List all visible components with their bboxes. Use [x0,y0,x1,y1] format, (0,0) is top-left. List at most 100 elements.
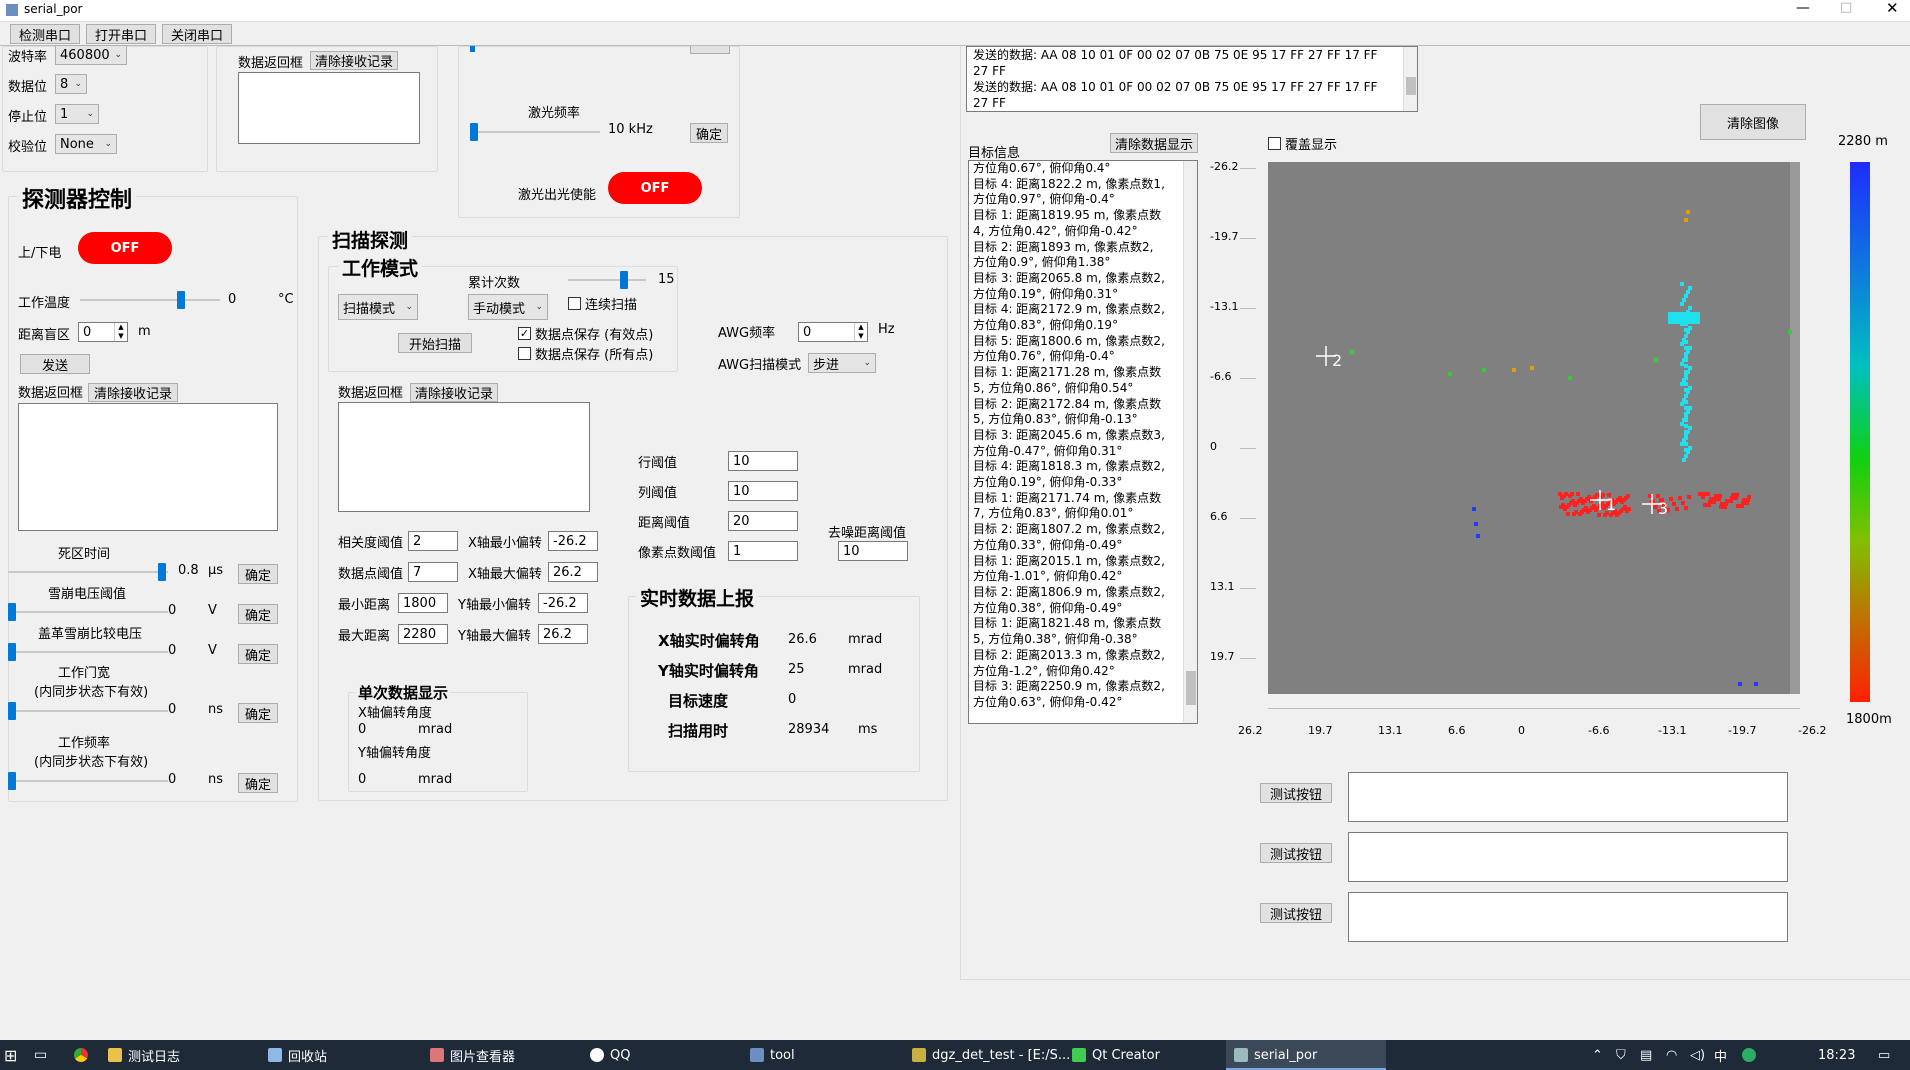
xmax-input[interactable]: 26.2 [548,562,598,582]
pix-input[interactable]: 1 [728,541,798,561]
close-icon[interactable]: ✕ [1886,0,1899,17]
windows-start-icon[interactable]: ⊞ [4,1040,17,1070]
gate-sub-label: (内同步状态下有效) [34,685,149,700]
power-toggle[interactable]: OFF [78,232,172,264]
corr-input[interactable]: 2 [408,531,458,551]
laser-enable-toggle[interactable]: OFF [608,172,702,204]
task-view-icon[interactable]: ▭ [34,1040,47,1070]
tray-chevron-up-icon[interactable]: ⌃ [1592,1040,1603,1070]
taskbar-item-tool[interactable]: tool [750,1040,795,1070]
start-scan-button[interactable]: 开始扫描 [398,333,472,353]
baud-label: 波特率 [8,50,48,65]
avalanche-slider[interactable] [8,602,168,622]
chrome-icon[interactable] [74,1040,88,1070]
work-freq-confirm-button[interactable]: 确定 [238,773,278,793]
top-return-textarea[interactable] [238,72,420,144]
geiger-confirm-button[interactable]: 确定 [238,644,278,664]
taskbar-item-qq[interactable]: QQ [590,1040,630,1070]
scan-return-textarea[interactable] [338,402,590,512]
wechat-icon[interactable] [1742,1040,1756,1070]
accum-slider[interactable] [568,270,646,290]
dist-input[interactable]: 20 [728,511,798,531]
laser-freq-slider[interactable] [470,122,600,142]
avalanche-confirm-button[interactable]: 确定 [238,604,278,624]
clock-time[interactable]: 18:23 [1818,1040,1855,1070]
taskbar-item-recycle[interactable]: 回收站 [268,1040,327,1070]
top-clear-button[interactable]: 清除接收记录 [310,51,398,70]
row-input[interactable]: 10 [728,451,798,471]
laser-top-confirm-button[interactable] [690,46,730,54]
shield-icon[interactable]: ⛉ [1616,1040,1626,1070]
taskbar-item-serial[interactable]: serial_por [1234,1040,1317,1070]
test-button-3[interactable]: 测试按钮 [1260,903,1332,923]
xmin-input[interactable]: -26.2 [548,531,598,551]
scan-clear-button[interactable]: 清除接收记录 [410,383,498,402]
dead-time-confirm-button[interactable]: 确定 [238,564,278,584]
green-point [1448,372,1452,376]
dmin-input[interactable]: 1800 [398,593,448,613]
cyan-point [1688,366,1692,370]
send-button[interactable]: 发送 [20,354,90,374]
laser-slider-top[interactable] [470,46,475,52]
save-valid-checkbox[interactable]: ✓ 数据点保存 (有效点) [518,324,653,343]
xmax-label: X轴最大偏转 [468,567,542,582]
cyan-point [1672,320,1676,324]
cyan-point [1672,316,1676,320]
test-button-1[interactable]: 测试按钮 [1260,783,1332,803]
ime-indicator[interactable]: 中 [1714,1040,1727,1070]
taskbar-item-image-viewer[interactable]: 图片查看器 [430,1040,515,1070]
open-port-button[interactable]: 打开串口 [86,24,156,44]
col-input[interactable]: 10 [728,481,798,501]
awg-freq-spinner[interactable]: ▲ ▼ [854,323,867,341]
ymin-input[interactable]: -26.2 [538,593,588,613]
dead-time-slider[interactable] [8,562,168,582]
taskbar-item-test-log[interactable]: 测试日志 [108,1040,180,1070]
taskbar-item-dgz[interactable]: dgz_det_test - [E:/S... [912,1040,1070,1070]
blind-spinner[interactable]: ▲ ▼ [114,323,127,341]
databits-select[interactable]: 8 ⌄ [55,74,87,94]
targets-clear-button[interactable]: 清除数据显示 [1110,133,1198,153]
network-icon[interactable]: ▤ [1640,1040,1652,1070]
cyan-point [1676,312,1680,316]
pts-input[interactable]: 7 [408,562,458,582]
detector-return-textarea[interactable] [18,403,278,531]
overlay-checkbox[interactable]: 覆盖显示 [1268,134,1337,153]
test-field-3[interactable] [1348,892,1788,942]
stopbits-select[interactable]: 1 ⌄ [55,104,99,124]
ymax-input[interactable]: 26.2 [538,624,588,644]
wifi-icon[interactable]: ◠ [1666,1040,1677,1070]
target-line: 目标 2: 距离2013.3 m, 像素点数2, [973,647,1165,662]
cyan-point [1684,400,1688,404]
test-field-1[interactable] [1348,772,1788,822]
taskbar-item-qt-creator[interactable]: Qt Creator [1072,1040,1160,1070]
gate-confirm-button[interactable]: 确定 [238,703,278,723]
save-all-checkbox[interactable]: 数据点保存 (所有点) [518,344,653,363]
maximize-icon[interactable]: □ [1840,0,1852,15]
close-port-button[interactable]: 关闭串口 [162,24,232,44]
minimize-icon[interactable]: — [1796,0,1810,16]
parity-select[interactable]: None ⌄ [55,134,117,154]
awg-mode-select[interactable]: 步进 ⌄ [808,353,876,373]
detector-clear-button[interactable]: 清除接收记录 [88,383,178,402]
accum-mode-select[interactable]: 手动模式 ⌄ [468,294,548,320]
scan-return-label: 数据返回框 [338,386,404,401]
temp-slider[interactable] [80,290,220,310]
y-tick-mark [1240,378,1256,379]
geiger-slider[interactable] [8,642,168,662]
dmax-input[interactable]: 2280 [398,624,448,644]
test-field-2[interactable] [1348,832,1788,882]
test-button-2[interactable]: 测试按钮 [1260,843,1332,863]
work-freq-slider[interactable] [8,771,168,791]
gate-slider[interactable] [8,701,168,721]
detect-port-button[interactable]: 检测串口 [10,24,80,44]
denoise-input[interactable]: 10 [838,541,908,561]
clear-image-button[interactable]: 清除图像 [1700,104,1806,140]
targets-scrollbar[interactable] [1183,161,1197,723]
volume-icon[interactable]: ◁) [1690,1040,1705,1070]
targets-textarea[interactable]: 方位角0.67°, 俯仰角0.4° 目标 4: 距离1822.2 m, 像素点数1… [968,160,1198,724]
laser-freq-confirm-button[interactable]: 确定 [690,123,728,143]
baud-select[interactable]: 460800 ⌄ [55,45,127,65]
notification-icon[interactable]: ▭ [1878,1040,1890,1070]
scan-mode-select[interactable]: 扫描模式 ⌄ [338,294,418,320]
continuous-checkbox[interactable]: 连续扫描 [568,294,637,313]
